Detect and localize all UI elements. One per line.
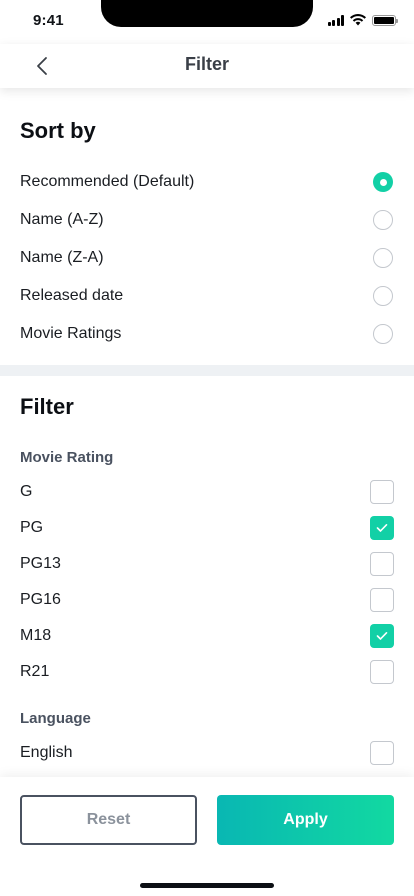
- rating-option-pg[interactable]: PG: [20, 509, 394, 547]
- battery-icon: [372, 14, 398, 26]
- checkmark-icon: [376, 632, 388, 640]
- radio-unselected-icon[interactable]: [373, 248, 393, 268]
- sort-option-name-az[interactable]: Name (A-Z): [20, 201, 394, 239]
- rating-option-label: PG: [20, 519, 44, 536]
- radio-unselected-icon[interactable]: [373, 210, 393, 230]
- status-bar: 9:41: [0, 0, 414, 44]
- sort-option-label: Released date: [20, 287, 124, 304]
- rating-option-r21[interactable]: R21: [20, 653, 394, 691]
- rating-option-label: PG16: [20, 591, 61, 608]
- apply-button[interactable]: Apply: [217, 795, 394, 845]
- rating-option-pg13[interactable]: PG13: [20, 545, 394, 583]
- movie-rating-group-title: Movie Rating: [20, 449, 114, 466]
- sort-option-released-date[interactable]: Released date: [20, 277, 394, 315]
- nav-bar: Filter: [0, 44, 414, 88]
- filter-title: Filter: [20, 394, 74, 419]
- sort-section: Sort by Recommended (Default) Name (A-Z)…: [0, 88, 414, 365]
- rating-option-label: R21: [20, 663, 50, 680]
- radio-unselected-icon[interactable]: [373, 324, 393, 344]
- status-time: 9:41: [33, 12, 64, 29]
- device-notch: [101, 0, 313, 27]
- radio-selected-icon[interactable]: [373, 172, 393, 192]
- action-footer: Reset Apply: [0, 777, 414, 896]
- checkbox-unchecked-icon[interactable]: [370, 552, 394, 576]
- checkmark-icon: [376, 524, 388, 532]
- rating-option-m18[interactable]: M18: [20, 617, 394, 655]
- sort-option-label: Name (Z-A): [20, 249, 104, 266]
- home-indicator: [140, 883, 274, 888]
- wifi-icon: [350, 14, 366, 26]
- checkbox-checked-icon[interactable]: [370, 624, 394, 648]
- radio-unselected-icon[interactable]: [373, 286, 393, 306]
- language-group-title: Language: [20, 710, 91, 727]
- status-icons: [327, 14, 398, 26]
- sort-option-label: Movie Ratings: [20, 325, 122, 342]
- sort-title: Sort by: [20, 118, 96, 143]
- sort-option-label: Recommended (Default): [20, 173, 195, 190]
- sort-option-movie-ratings[interactable]: Movie Ratings: [20, 315, 394, 353]
- cellular-signal-icon: [327, 14, 344, 26]
- rating-option-label: PG13: [20, 555, 61, 572]
- rating-option-label: G: [20, 483, 33, 500]
- rating-option-g[interactable]: G: [20, 473, 394, 511]
- language-option-label: English: [20, 744, 73, 761]
- checkbox-unchecked-icon[interactable]: [370, 588, 394, 612]
- checkbox-unchecked-icon[interactable]: [370, 660, 394, 684]
- sort-option-label: Name (A-Z): [20, 211, 104, 228]
- checkbox-checked-icon[interactable]: [370, 516, 394, 540]
- reset-button[interactable]: Reset: [20, 795, 197, 845]
- checkbox-unchecked-icon[interactable]: [370, 480, 394, 504]
- language-option-english[interactable]: English: [20, 734, 394, 772]
- checkbox-unchecked-icon[interactable]: [370, 741, 394, 765]
- page-title: Filter: [184, 54, 229, 74]
- sort-option-name-za[interactable]: Name (Z-A): [20, 239, 394, 277]
- rating-option-label: M18: [20, 627, 52, 644]
- section-divider: [0, 365, 414, 376]
- sort-option-recommended[interactable]: Recommended (Default): [20, 163, 394, 201]
- rating-option-pg16[interactable]: PG16: [20, 581, 394, 619]
